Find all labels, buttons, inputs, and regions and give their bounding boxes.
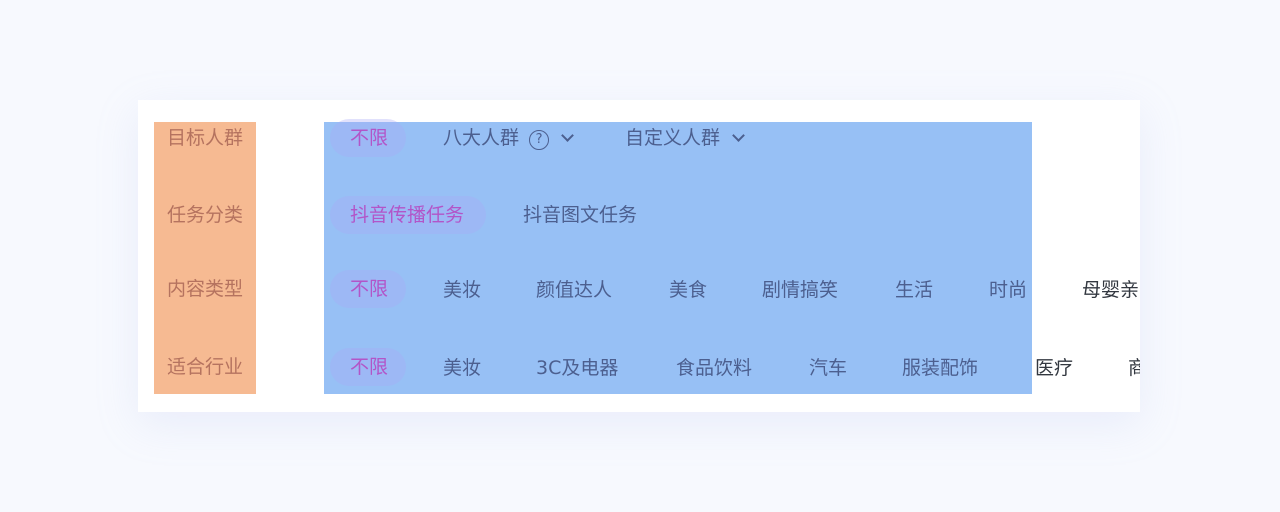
option-industry-beauty[interactable]: 美妆	[443, 353, 481, 383]
filter-label-industry: 适合行业	[166, 356, 243, 378]
option-industry-medical[interactable]: 医疗	[1035, 353, 1073, 383]
option-eight-audiences-dropdown[interactable]: 八大人群?	[443, 123, 574, 153]
option-industry-commerce[interactable]: 商	[1128, 353, 1140, 383]
filter-label-target-audience: 目标人群	[166, 127, 243, 149]
option-content-fashion[interactable]: 时尚	[989, 275, 1027, 305]
chevron-down-icon	[561, 129, 574, 142]
option-industry-automotive[interactable]: 汽车	[809, 353, 847, 383]
chevron-down-icon	[732, 129, 745, 142]
option-douyin-image-text-task[interactable]: 抖音图文任务	[523, 200, 637, 230]
filter-label-task-category: 任务分类	[166, 204, 243, 226]
filter-label-content-type: 内容类型	[166, 278, 243, 300]
option-industry-food-beverage[interactable]: 食品饮料	[676, 353, 752, 383]
option-industry-unlimited[interactable]: 不限	[350, 352, 388, 382]
option-content-beauty[interactable]: 美妆	[443, 275, 481, 305]
option-content-food[interactable]: 美食	[669, 275, 707, 305]
option-target-audience-unlimited[interactable]: 不限	[350, 123, 388, 153]
option-custom-audience-dropdown[interactable]: 自定义人群	[625, 123, 745, 153]
option-industry-apparel[interactable]: 服装配饰	[902, 353, 978, 383]
option-label: 八大人群	[443, 127, 520, 149]
option-douyin-spread-task[interactable]: 抖音传播任务	[350, 200, 464, 230]
option-content-looks-talent[interactable]: 颜值达人	[536, 275, 612, 305]
option-content-mother-baby[interactable]: 母婴亲	[1082, 275, 1139, 305]
option-content-comedy[interactable]: 剧情搞笑	[762, 275, 838, 305]
filter-panel: 目标人群 不限 八大人群? 自定义人群 任务分类 抖音传播任务 抖音图文任务 内…	[138, 100, 1140, 412]
option-content-unlimited[interactable]: 不限	[350, 274, 388, 304]
help-circle-icon[interactable]: ?	[529, 130, 550, 150]
option-content-lifestyle[interactable]: 生活	[895, 275, 933, 305]
option-industry-electronics[interactable]: 3C及电器	[536, 353, 618, 383]
option-label: 自定义人群	[625, 127, 721, 149]
